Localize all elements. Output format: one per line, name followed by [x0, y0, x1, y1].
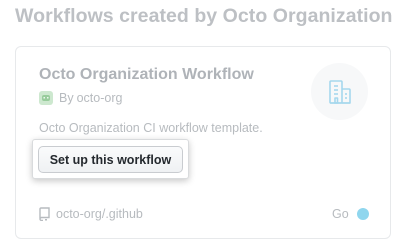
workflow-creator: By octo-org	[39, 90, 122, 106]
language-color-dot	[356, 208, 369, 220]
org-avatar	[39, 91, 53, 105]
set-up-workflow-button[interactable]: Set up this workflow	[38, 146, 183, 173]
workflow-icon-badge	[311, 63, 368, 120]
language-indicator: Go	[332, 206, 369, 222]
section-heading: Workflows created by Octo Organization	[15, 5, 393, 27]
creator-name: octo-org	[76, 91, 123, 105]
workflow-title: Octo Organization Workflow	[39, 66, 254, 83]
repo-icon	[39, 207, 50, 221]
language-label: Go	[332, 207, 349, 221]
building-icon	[328, 79, 351, 104]
creator-prefix: By	[59, 91, 74, 105]
repository-name: octo-org/.github	[56, 207, 143, 221]
workflow-description: Octo Organization CI workflow template.	[39, 121, 263, 135]
octocat-icon	[42, 95, 50, 101]
setup-button-highlight: Set up this workflow	[32, 139, 189, 179]
repository-link[interactable]: octo-org/.github	[39, 206, 143, 222]
